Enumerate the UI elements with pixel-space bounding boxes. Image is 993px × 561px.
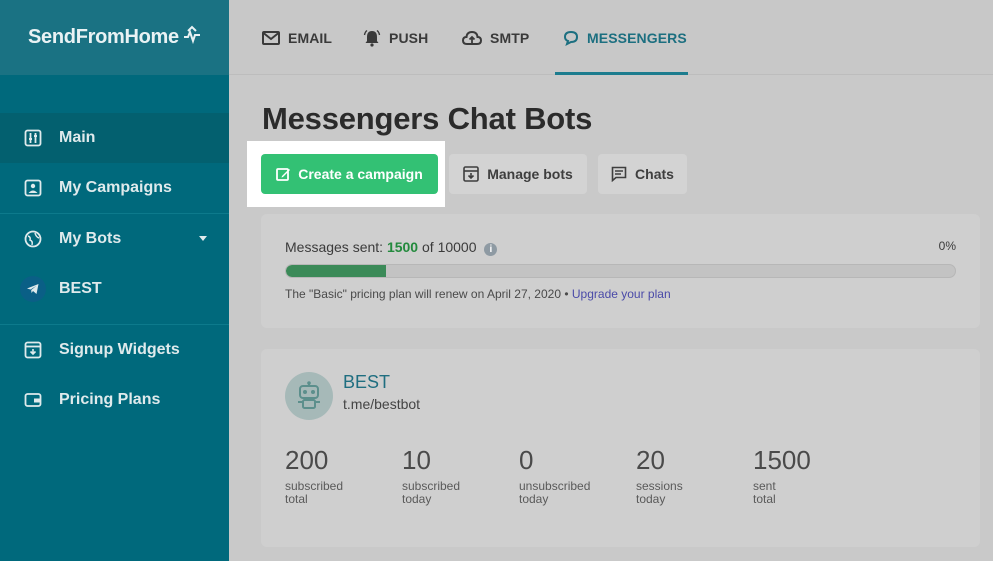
message-lines-icon	[611, 166, 627, 182]
tab-label: MESSENGERS	[587, 29, 687, 46]
quota-label-text: Messages sent:	[285, 239, 384, 255]
tab-label: EMAIL	[288, 29, 333, 46]
sidebar: SendFromHome Main My Campaigns My Bots B…	[0, 0, 229, 561]
stat-value: 200	[285, 445, 329, 475]
sliders-icon	[24, 129, 42, 147]
top-nav: EMAIL PUSH SMTP MESSENGERS	[229, 0, 993, 75]
sidebar-item-label: My Campaigns	[59, 179, 172, 196]
create-campaign-label: Create a campaign	[298, 166, 423, 182]
tab-smtp[interactable]: SMTP	[462, 0, 529, 75]
stat-sessions-today: 20 sessions today	[636, 446, 683, 506]
renew-notice: The "Basic" pricing plan will renew on A…	[285, 287, 671, 301]
quota-progress-fill	[286, 265, 387, 277]
chats-label: Chats	[635, 166, 674, 182]
sidebar-item-best[interactable]: BEST	[0, 264, 229, 314]
stat-subscribed-today: 10 subscribed today	[402, 446, 460, 506]
quota-of-text: of	[422, 239, 434, 255]
sidebar-item-label: My Bots	[59, 230, 122, 247]
stat-label-line2: total	[285, 492, 308, 506]
bot-handle: t.me/bestbot	[343, 396, 421, 412]
stat-label-line2: today	[636, 492, 666, 506]
active-tab-indicator	[555, 72, 688, 75]
stat-value: 0	[519, 445, 534, 475]
manage-bots-label: Manage bots	[487, 166, 573, 182]
stat-subscribed-total: 200 subscribed total	[285, 446, 343, 506]
cloud-upload-icon	[462, 30, 482, 46]
quota-percent: 0%	[938, 239, 956, 253]
bot-name-link[interactable]: BEST	[343, 372, 390, 393]
messages-sent-label: Messages sent: 1500 of 10000 i	[285, 239, 498, 256]
sidebar-item-label: Main	[59, 129, 96, 146]
wallet-icon	[24, 391, 42, 409]
globe-icon	[24, 230, 42, 248]
manage-bots-button[interactable]: Manage bots	[449, 154, 587, 194]
chats-button[interactable]: Chats	[598, 154, 687, 194]
tab-push[interactable]: PUSH	[363, 0, 428, 75]
info-icon[interactable]: i	[484, 243, 498, 256]
tab-label: SMTP	[490, 29, 530, 46]
stat-label-line2: today	[519, 492, 549, 506]
renew-text: The "Basic" pricing plan will renew on A…	[285, 287, 569, 301]
bell-icon	[363, 29, 381, 47]
quota-sent-value: 1500	[386, 239, 419, 255]
logo-area[interactable]: SendFromHome	[0, 0, 229, 75]
stat-value: 1500	[753, 445, 811, 475]
sidebar-item-label: Pricing Plans	[59, 391, 161, 408]
edit-icon	[276, 167, 291, 182]
sidebar-nav: Main My Campaigns My Bots BEST Signup Wi…	[0, 113, 229, 425]
tab-messengers[interactable]: MESSENGERS	[563, 0, 687, 75]
chat-bubble-icon	[563, 30, 579, 46]
stat-unsubscribed-today: 0 unsubscribed today	[519, 446, 590, 506]
sidebar-item-main[interactable]: Main	[0, 113, 229, 163]
stat-label-line2: today	[402, 492, 432, 506]
stat-value: 10	[402, 445, 431, 475]
tab-label: PUSH	[389, 29, 429, 46]
sidebar-item-label: BEST	[59, 280, 102, 297]
envelope-icon	[262, 30, 280, 45]
widget-icon	[24, 341, 42, 359]
stat-sent-total: 1500 sent total	[753, 446, 811, 506]
telegram-icon	[20, 276, 46, 302]
quota-progress-bar	[285, 264, 956, 278]
upgrade-plan-link[interactable]: Upgrade your plan	[572, 287, 671, 301]
sidebar-item-pricing-plans[interactable]: Pricing Plans	[0, 375, 229, 425]
campaigns-icon	[24, 179, 42, 197]
chevron-down-icon[interactable]	[199, 236, 207, 241]
logo-mark-icon	[182, 25, 202, 50]
sidebar-item-my-campaigns[interactable]: My Campaigns	[0, 163, 229, 213]
stat-label-line2: total	[753, 492, 776, 506]
robot-avatar-icon	[285, 372, 333, 420]
sidebar-item-label: Signup Widgets	[59, 341, 180, 358]
page-title: Messengers Chat Bots	[262, 101, 593, 136]
quota-total-value: 10000	[437, 239, 477, 255]
create-campaign-button[interactable]: Create a campaign	[261, 154, 438, 194]
inbox-download-icon	[463, 166, 480, 182]
app-logo[interactable]: SendFromHome	[28, 26, 179, 49]
sidebar-item-signup-widgets[interactable]: Signup Widgets	[0, 325, 229, 375]
tab-email[interactable]: EMAIL	[262, 0, 332, 75]
stat-value: 20	[636, 445, 665, 475]
sidebar-item-my-bots[interactable]: My Bots	[0, 214, 229, 264]
